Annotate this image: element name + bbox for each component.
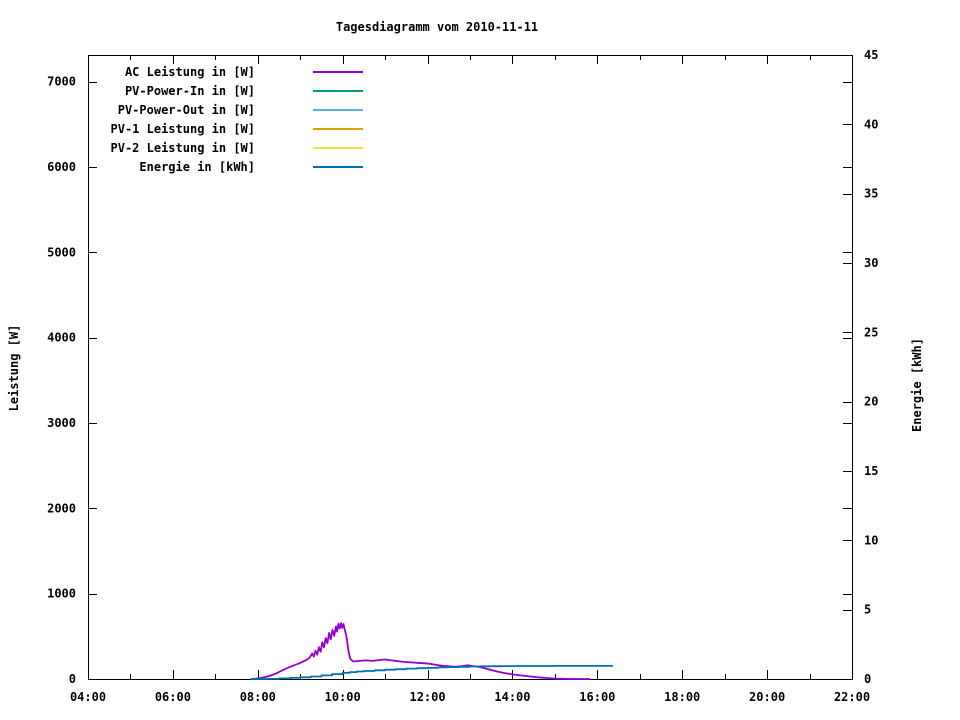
y2-tick-label: 5 — [864, 603, 871, 617]
y2-tick-label: 30 — [864, 256, 878, 270]
y2-tick-label: 35 — [864, 187, 878, 201]
x-tick-label: 04:00 — [70, 690, 106, 704]
y-tick-label: 1000 — [47, 587, 76, 601]
y2-tick-label: 20 — [864, 395, 878, 409]
y-tick-label: 3000 — [47, 416, 76, 430]
y-tick-label: 6000 — [47, 160, 76, 174]
chart-canvas: Tagesdiagramm vom 2010-11-11 Leistung [W… — [0, 0, 960, 720]
x-tick-label: 08:00 — [240, 690, 276, 704]
plot-area: 04:00 06:00 08:00 10:00 12:00 14:00 16:00 18:00… — [47, 48, 878, 704]
y2-tick-label: 15 — [864, 464, 878, 478]
y-tick-label: 5000 — [47, 245, 76, 259]
y2-tick-label: 45 — [864, 48, 878, 62]
y2-tick-label: 0 — [864, 672, 871, 686]
y2-tick-label: 40 — [864, 117, 878, 131]
y2-tick-label: 25 — [864, 325, 878, 339]
plot-border — [88, 55, 853, 680]
x-tick-label: 20:00 — [749, 690, 785, 704]
y-tick-label: 2000 — [47, 501, 76, 515]
y-tick-label: 0 — [69, 672, 76, 686]
series-line — [250, 665, 613, 680]
x-tick-label: 18:00 — [664, 690, 700, 704]
x-tick-label: 06:00 — [155, 690, 191, 704]
x-tick-label: 22:00 — [834, 690, 870, 704]
y-tick-label: 4000 — [47, 331, 76, 345]
y-tick-label: 7000 — [47, 75, 76, 89]
x-tick-label: 10:00 — [325, 690, 361, 704]
y2-tick-label: 10 — [864, 533, 878, 547]
x-tick-label: 16:00 — [579, 690, 615, 704]
x-tick-label: 14:00 — [494, 690, 530, 704]
series-line — [250, 622, 591, 680]
x-tick-label: 12:00 — [409, 690, 445, 704]
